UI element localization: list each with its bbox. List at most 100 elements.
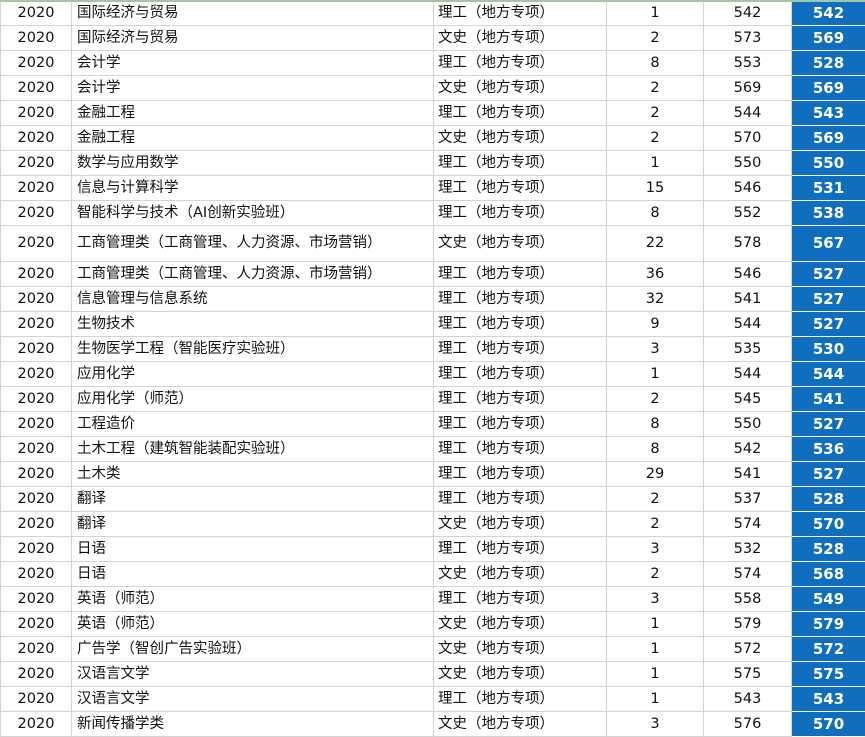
category-cell: 文史（地方专项） — [434, 512, 607, 537]
year-cell: 2020 — [1, 687, 72, 712]
admitted-count-cell: 1 — [607, 362, 704, 387]
year-cell: 2020 — [1, 126, 72, 151]
max-score-cell: 569 — [704, 76, 792, 101]
category-cell: 理工（地方专项） — [434, 587, 607, 612]
year-cell: 2020 — [1, 512, 72, 537]
major-cell: 数学与应用数学 — [72, 151, 434, 176]
category-cell: 文史（地方专项） — [434, 126, 607, 151]
max-score-cell: 550 — [704, 151, 792, 176]
category-cell: 理工（地方专项） — [434, 1, 607, 26]
table-row: 2020土木工程（建筑智能装配实验班）理工（地方专项）8542536 — [1, 437, 865, 462]
major-cell: 生物医学工程（智能医疗实验班） — [72, 337, 434, 362]
min-score-cell: 528 — [792, 51, 865, 76]
major-cell: 应用化学（师范） — [72, 387, 434, 412]
table-row: 2020工商管理类（工商管理、人力资源、市场营销）理工（地方专项）3654652… — [1, 262, 865, 287]
min-score-cell: 569 — [792, 126, 865, 151]
max-score-cell: 544 — [704, 312, 792, 337]
admitted-count-cell: 22 — [607, 226, 704, 262]
min-score-cell: 569 — [792, 26, 865, 51]
max-score-cell: 545 — [704, 387, 792, 412]
admitted-count-cell: 2 — [607, 76, 704, 101]
max-score-cell: 541 — [704, 462, 792, 487]
major-cell: 广告学（智创广告实验班） — [72, 637, 434, 662]
admitted-count-cell: 3 — [607, 537, 704, 562]
category-cell: 理工（地方专项） — [434, 337, 607, 362]
table-row: 2020土木类理工（地方专项）29541527 — [1, 462, 865, 487]
min-score-cell: 528 — [792, 537, 865, 562]
year-cell: 2020 — [1, 151, 72, 176]
min-score-cell: 527 — [792, 262, 865, 287]
major-cell: 会计学 — [72, 76, 434, 101]
major-cell: 工程造价 — [72, 412, 434, 437]
admitted-count-cell: 36 — [607, 262, 704, 287]
admitted-count-cell: 9 — [607, 312, 704, 337]
category-cell: 理工（地方专项） — [434, 412, 607, 437]
table-row: 2020会计学文史（地方专项）2569569 — [1, 76, 865, 101]
min-score-cell: 542 — [792, 1, 865, 26]
min-score-cell: 549 — [792, 587, 865, 612]
admitted-count-cell: 8 — [607, 437, 704, 462]
major-cell: 日语 — [72, 537, 434, 562]
category-cell: 理工（地方专项） — [434, 312, 607, 337]
category-cell: 文史（地方专项） — [434, 226, 607, 262]
min-score-cell: 568 — [792, 562, 865, 587]
table-row: 2020英语（师范）理工（地方专项）3558549 — [1, 587, 865, 612]
major-cell: 应用化学 — [72, 362, 434, 387]
table-row: 2020应用化学（师范）理工（地方专项）2545541 — [1, 387, 865, 412]
category-cell: 文史（地方专项） — [434, 637, 607, 662]
category-cell: 理工（地方专项） — [434, 262, 607, 287]
max-score-cell: 543 — [704, 687, 792, 712]
category-cell: 文史（地方专项） — [434, 662, 607, 687]
max-score-cell: 573 — [704, 26, 792, 51]
min-score-cell: 550 — [792, 151, 865, 176]
min-score-cell: 531 — [792, 176, 865, 201]
min-score-cell: 570 — [792, 712, 865, 737]
year-cell: 2020 — [1, 487, 72, 512]
major-cell: 信息管理与信息系统 — [72, 287, 434, 312]
major-cell: 日语 — [72, 562, 434, 587]
table-row: 2020国际经济与贸易理工（地方专项）1542542 — [1, 1, 865, 26]
max-score-cell: 532 — [704, 537, 792, 562]
table-row: 2020日语理工（地方专项）3532528 — [1, 537, 865, 562]
table-row: 2020信息管理与信息系统理工（地方专项）32541527 — [1, 287, 865, 312]
year-cell: 2020 — [1, 362, 72, 387]
table-row: 2020汉语言文学文史（地方专项）1575575 — [1, 662, 865, 687]
admitted-count-cell: 3 — [607, 337, 704, 362]
admitted-count-cell: 2 — [607, 512, 704, 537]
min-score-cell: 527 — [792, 287, 865, 312]
min-score-cell: 530 — [792, 337, 865, 362]
max-score-cell: 579 — [704, 612, 792, 637]
min-score-cell: 569 — [792, 76, 865, 101]
max-score-cell: 544 — [704, 101, 792, 126]
admitted-count-cell: 3 — [607, 712, 704, 737]
major-cell: 国际经济与贸易 — [72, 26, 434, 51]
min-score-cell: 527 — [792, 462, 865, 487]
scores-table: 2020国际经济与贸易理工（地方专项）15425422020国际经济与贸易文史（… — [0, 0, 865, 737]
category-cell: 文史（地方专项） — [434, 562, 607, 587]
year-cell: 2020 — [1, 337, 72, 362]
table-row: 2020翻译文史（地方专项）2574570 — [1, 512, 865, 537]
top-accent-line — [0, 0, 865, 2]
max-score-cell: 570 — [704, 126, 792, 151]
max-score-cell: 552 — [704, 201, 792, 226]
year-cell: 2020 — [1, 101, 72, 126]
major-cell: 汉语言文学 — [72, 687, 434, 712]
category-cell: 理工（地方专项） — [434, 487, 607, 512]
category-cell: 理工（地方专项） — [434, 201, 607, 226]
table-row: 2020智能科学与技术（AI创新实验班）理工（地方专项）8552538 — [1, 201, 865, 226]
category-cell: 理工（地方专项） — [434, 101, 607, 126]
year-cell: 2020 — [1, 412, 72, 437]
category-cell: 理工（地方专项） — [434, 462, 607, 487]
min-score-cell: 570 — [792, 512, 865, 537]
category-cell: 理工（地方专项） — [434, 362, 607, 387]
year-cell: 2020 — [1, 637, 72, 662]
table-row: 2020生物医学工程（智能医疗实验班）理工（地方专项）3535530 — [1, 337, 865, 362]
max-score-cell: 537 — [704, 487, 792, 512]
category-cell: 文史（地方专项） — [434, 76, 607, 101]
table-row: 2020英语（师范）文史（地方专项）1579579 — [1, 612, 865, 637]
category-cell: 文史（地方专项） — [434, 612, 607, 637]
table-row: 2020广告学（智创广告实验班）文史（地方专项）1572572 — [1, 637, 865, 662]
year-cell: 2020 — [1, 387, 72, 412]
year-cell: 2020 — [1, 262, 72, 287]
min-score-cell: 543 — [792, 687, 865, 712]
